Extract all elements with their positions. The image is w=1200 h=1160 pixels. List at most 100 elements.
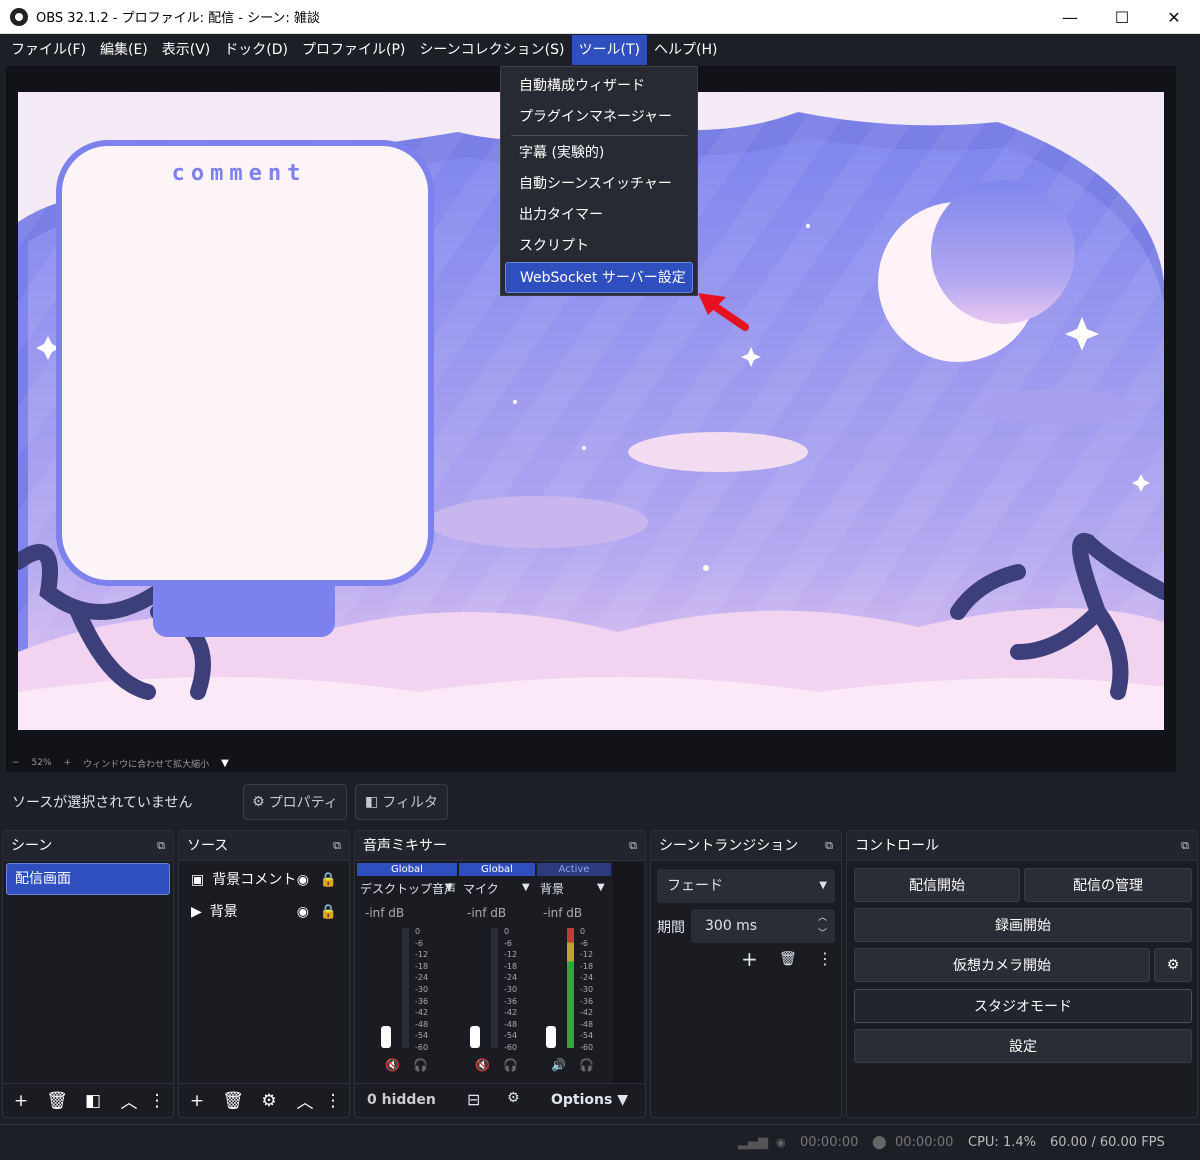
start-virtual-camera-button[interactable]: 仮想カメラ開始 <box>854 948 1150 982</box>
menu-auto-scene-switcher[interactable]: 自動シーンスイッチャー <box>505 169 693 200</box>
scene-filters-button[interactable]: ◧ <box>75 1084 111 1118</box>
meter-tick-label: -30 <box>415 985 429 994</box>
controls-dock: コントロール ⧉ 配信開始 配信の管理 録画開始 仮想カメラ開始 ⚙ スタジオモー… <box>846 830 1198 1118</box>
sources-title: ソース <box>187 838 229 854</box>
title-bar: OBS 32.1.2 - プロファイル: 配信 - シーン: 雑談 — ☐ ✕ <box>0 0 1200 34</box>
eye-icon[interactable]: ◉ <box>297 864 309 896</box>
mixer-channels: Global デスクトップ音声 ▼ -inf dB 🔇 🎧 Global マイク… <box>355 862 613 1084</box>
meter-tick-label: -48 <box>504 1019 518 1029</box>
meter-tick-label: -48 <box>415 1019 429 1029</box>
properties-button[interactable]: ⚙ プロパティ <box>243 784 347 820</box>
menu-bar: ファイル(F) 編集(E) 表示(V) ドック(D) プロファイル(P) シーン… <box>0 34 1200 66</box>
close-button[interactable]: ✕ <box>1148 0 1200 34</box>
lock-icon[interactable]: 🔒 <box>320 896 337 928</box>
add-source-button[interactable]: + <box>179 1084 215 1118</box>
meter-tick-label: -12 <box>580 950 594 960</box>
menu-scene-collection[interactable]: シーンコレクション(S) <box>412 35 571 65</box>
add-scene-button[interactable]: + <box>3 1084 39 1118</box>
speaker-muted-icon[interactable]: 🔇 <box>385 1058 400 1072</box>
add-transition-button[interactable]: + <box>741 947 758 971</box>
speaker-icon[interactable]: 🔊 <box>551 1058 566 1072</box>
more-options-icon[interactable]: ⋮ <box>147 1084 167 1118</box>
obs-logo-icon <box>10 7 28 26</box>
start-streaming-button[interactable]: 配信開始 <box>854 868 1020 902</box>
red-arrow-icon <box>698 293 749 331</box>
speaker-muted-icon[interactable]: 🔇 <box>475 1058 490 1072</box>
headphones-icon[interactable]: 🎧 <box>579 1058 594 1072</box>
more-options-icon[interactable]: ⋮ <box>323 1084 343 1118</box>
source-name: 背景 <box>209 904 238 920</box>
chevron-down-icon[interactable]: ▼ <box>221 758 229 769</box>
headphones-icon[interactable]: 🎧 <box>413 1058 428 1072</box>
filters-button[interactable]: ◧ フィルタ <box>355 784 448 820</box>
zoom-in-button[interactable]: + <box>64 758 72 768</box>
menu-profile[interactable]: プロファイル(P) <box>295 35 412 65</box>
mixer-scrollbar[interactable] <box>613 862 643 1084</box>
cpu-usage: CPU: 1.4% <box>968 1135 1036 1150</box>
meter-tick-label: -6 <box>504 938 512 948</box>
sources-dock-title: ソース ⧉ <box>179 831 349 861</box>
menu-scripts[interactable]: スクリプト <box>505 231 693 262</box>
transition-select[interactable]: フェード ▼ <box>657 869 835 903</box>
filter-icon: ◧ <box>365 794 379 810</box>
hidden-count[interactable]: 0 hidden <box>367 1092 436 1108</box>
volume-slider[interactable] <box>381 1026 391 1048</box>
eye-icon[interactable]: ◉ <box>297 896 309 928</box>
chevron-down-icon[interactable]: ▼ <box>597 882 605 893</box>
transition-type: フェード <box>667 878 723 894</box>
source-properties-button[interactable]: ⚙ <box>251 1084 287 1118</box>
menu-plugin-manager[interactable]: プラグインマネージャー <box>505 102 693 133</box>
options-button[interactable]: Options ▼ <box>551 1092 628 1108</box>
studio-mode-button[interactable]: スタジオモード <box>854 989 1192 1023</box>
manage-broadcast-button[interactable]: 配信の管理 <box>1024 868 1192 902</box>
layout-toggle-icon[interactable]: ⊟ <box>467 1090 480 1109</box>
menu-websocket-settings[interactable]: WebSocket サーバー設定 <box>505 262 693 293</box>
meter-tick-label: -24 <box>580 973 594 983</box>
settings-button[interactable]: 設定 <box>854 1029 1192 1063</box>
undock-icon[interactable]: ⧉ <box>825 831 833 861</box>
menu-captions[interactable]: 字幕 (実験的) <box>505 138 693 169</box>
trash-icon[interactable]: 🗑 <box>779 951 797 967</box>
move-scene-up-button[interactable]: ︿ <box>111 1084 147 1118</box>
menu-view[interactable]: 表示(V) <box>155 35 218 65</box>
maximize-button[interactable]: ☐ <box>1096 0 1148 34</box>
channel-tag: Global <box>459 863 535 876</box>
remove-scene-button[interactable]: 🗑 <box>39 1084 75 1118</box>
zoom-fit-select[interactable]: ウィンドウに合わせて拡大縮小 <box>83 757 209 770</box>
meter-tick-label: -48 <box>580 1019 594 1029</box>
undock-icon[interactable]: ⧉ <box>629 831 637 861</box>
move-source-up-button[interactable]: ︿ <box>287 1084 323 1118</box>
scene-item[interactable]: 配信画面 <box>6 863 170 895</box>
window-title: OBS 32.1.2 - プロファイル: 配信 - シーン: 雑談 <box>36 11 320 26</box>
virtual-camera-settings-button[interactable]: ⚙ <box>1154 948 1192 982</box>
zoom-out-button[interactable]: − <box>12 758 20 768</box>
menu-tools[interactable]: ツール(T) <box>571 35 647 65</box>
menu-output-timer[interactable]: 出力タイマー <box>505 200 693 231</box>
duration-input[interactable]: 300 ms ︿ ﹀ <box>691 909 835 943</box>
undock-icon[interactable]: ⧉ <box>333 831 341 861</box>
channel-tag: Active <box>537 863 611 876</box>
menu-auto-config-wizard[interactable]: 自動構成ウィザード <box>505 71 693 102</box>
chevron-down-icon[interactable]: ﹀ <box>818 917 827 951</box>
menu-help[interactable]: ヘルプ(H) <box>647 35 724 65</box>
volume-slider[interactable] <box>470 1026 480 1048</box>
chevron-down-icon[interactable]: ▼ <box>522 882 530 893</box>
more-options-icon[interactable]: ⋮ <box>817 949 833 968</box>
headphones-icon[interactable]: 🎧 <box>503 1058 518 1072</box>
undock-icon[interactable]: ⧉ <box>1181 831 1189 861</box>
gear-icon[interactable]: ⚙ <box>507 1090 520 1106</box>
remove-source-button[interactable]: 🗑 <box>215 1084 251 1118</box>
menu-docks[interactable]: ドック(D) <box>217 35 295 65</box>
volume-slider[interactable] <box>546 1026 556 1048</box>
menu-edit[interactable]: 編集(E) <box>93 35 155 65</box>
lock-icon[interactable]: 🔒 <box>320 864 337 896</box>
menu-file[interactable]: ファイル(F) <box>4 35 93 65</box>
source-item[interactable]: ▣ 背景コメント ◉ 🔒 <box>179 864 349 896</box>
source-item[interactable]: ▶ 背景 ◉ 🔒 <box>179 896 349 928</box>
meter-tick-label: -12 <box>504 950 518 960</box>
undock-icon[interactable]: ⧉ <box>157 831 165 861</box>
minimize-button[interactable]: — <box>1044 0 1096 34</box>
chevron-down-icon[interactable]: ▼ <box>445 882 453 893</box>
meter-tick-label: -6 <box>580 938 588 948</box>
start-recording-button[interactable]: 録画開始 <box>854 908 1192 942</box>
